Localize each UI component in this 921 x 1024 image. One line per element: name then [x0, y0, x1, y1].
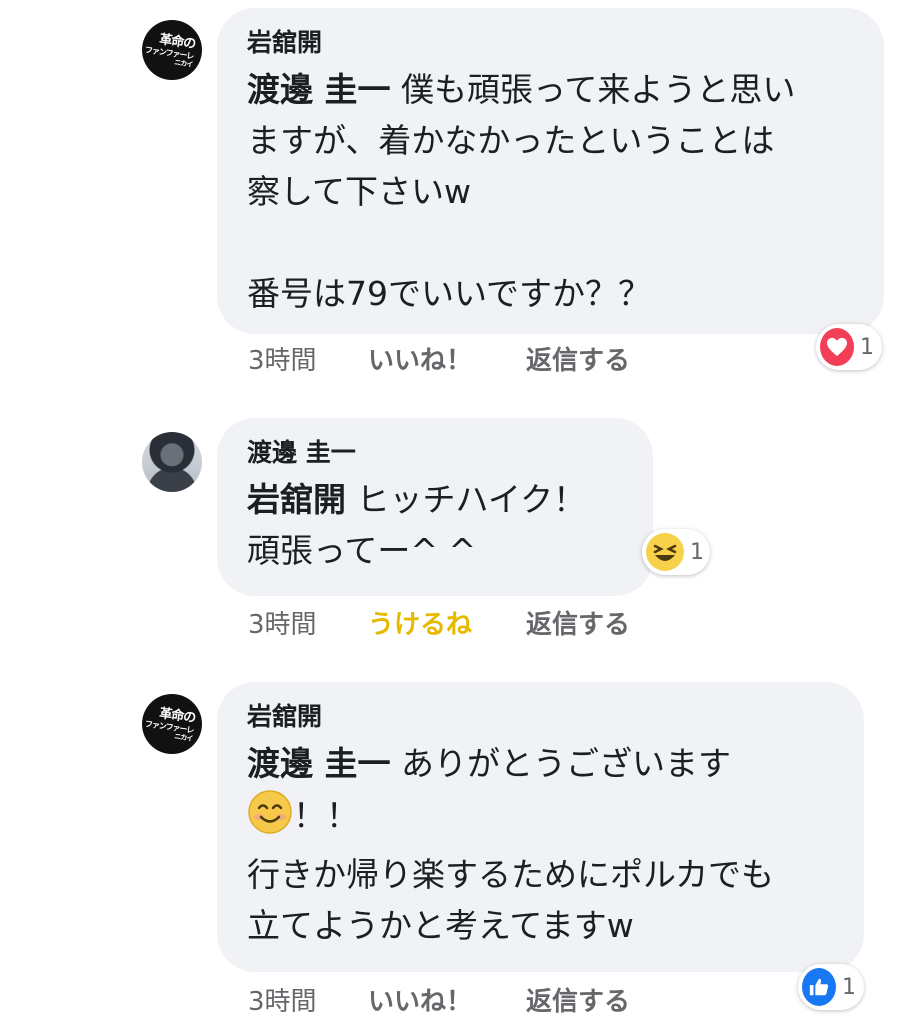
smiling-face-emoji-icon [247, 789, 293, 849]
avatar-book-cover-image: 革命の ファンファーレ ニカイ [144, 31, 197, 69]
reaction-summary[interactable]: 1 [642, 529, 710, 575]
comment-bubble: 岩舘開 渡邊 圭一 僕も頑張って来ようと思い ますが、着かなかったということは … [217, 8, 884, 334]
reply-button[interactable]: 返信する [526, 340, 630, 377]
reaction-count: 1 [842, 974, 856, 1000]
comment-author[interactable]: 岩舘開 [247, 28, 854, 58]
like-button[interactable]: いいね！ [368, 340, 526, 377]
heart-icon [820, 328, 854, 366]
laughing-face-icon [646, 533, 684, 571]
timestamp[interactable]: 3時間 [248, 604, 368, 641]
comment-actions: 3時間 うけるね 返信する [248, 604, 630, 641]
timestamp[interactable]: 3時間 [248, 340, 368, 377]
reaction-count: 1 [690, 539, 704, 565]
avatar-book-cover-image: 革命の ファンファーレ ニカイ [144, 705, 197, 743]
mention-link[interactable]: 渡邊 圭一 [247, 744, 391, 783]
mention-link[interactable]: 岩舘開 [247, 480, 346, 519]
reply-button[interactable]: 返信する [526, 604, 630, 641]
avatar[interactable]: 革命の ファンファーレ ニカイ [142, 694, 202, 754]
timestamp[interactable]: 3時間 [248, 981, 368, 1018]
comment-text: 渡邊 圭一 ありがとうございます ！！ 行きか帰り楽するためにポルカでも 立てよ… [247, 744, 775, 945]
reaction-count: 1 [860, 334, 874, 360]
thumbs-up-icon [802, 968, 836, 1006]
reaction-summary[interactable]: 1 [798, 964, 864, 1010]
comment-text: 岩舘開 ヒッチハイク！ 頑張ってー^ ^ [247, 480, 587, 570]
comment-text: 渡邊 圭一 僕も頑張って来ようと思い ますが、着かなかったということは 察して下… [247, 70, 796, 313]
mention-link[interactable]: 渡邊 圭一 [247, 70, 391, 109]
comment-bubble: 岩舘開 渡邊 圭一 ありがとうございます ！！ 行きか帰り楽するためにポルカでも… [217, 682, 864, 972]
avatar[interactable] [142, 432, 202, 492]
reply-button[interactable]: 返信する [526, 981, 630, 1018]
haha-reaction-button[interactable]: うけるね [368, 604, 526, 641]
comment-actions: 3時間 いいね！ 返信する [248, 340, 630, 377]
avatar[interactable]: 革命の ファンファーレ ニカイ [142, 20, 202, 80]
reaction-summary[interactable]: 1 [816, 324, 882, 370]
like-button[interactable]: いいね！ [368, 981, 526, 1018]
comment-author[interactable]: 岩舘開 [247, 702, 834, 732]
comment-actions: 3時間 いいね！ 返信する [248, 981, 630, 1018]
comment-bubble: 渡邊 圭一 岩舘開 ヒッチハイク！ 頑張ってー^ ^ [217, 418, 653, 596]
comment-author[interactable]: 渡邊 圭一 [247, 438, 623, 468]
